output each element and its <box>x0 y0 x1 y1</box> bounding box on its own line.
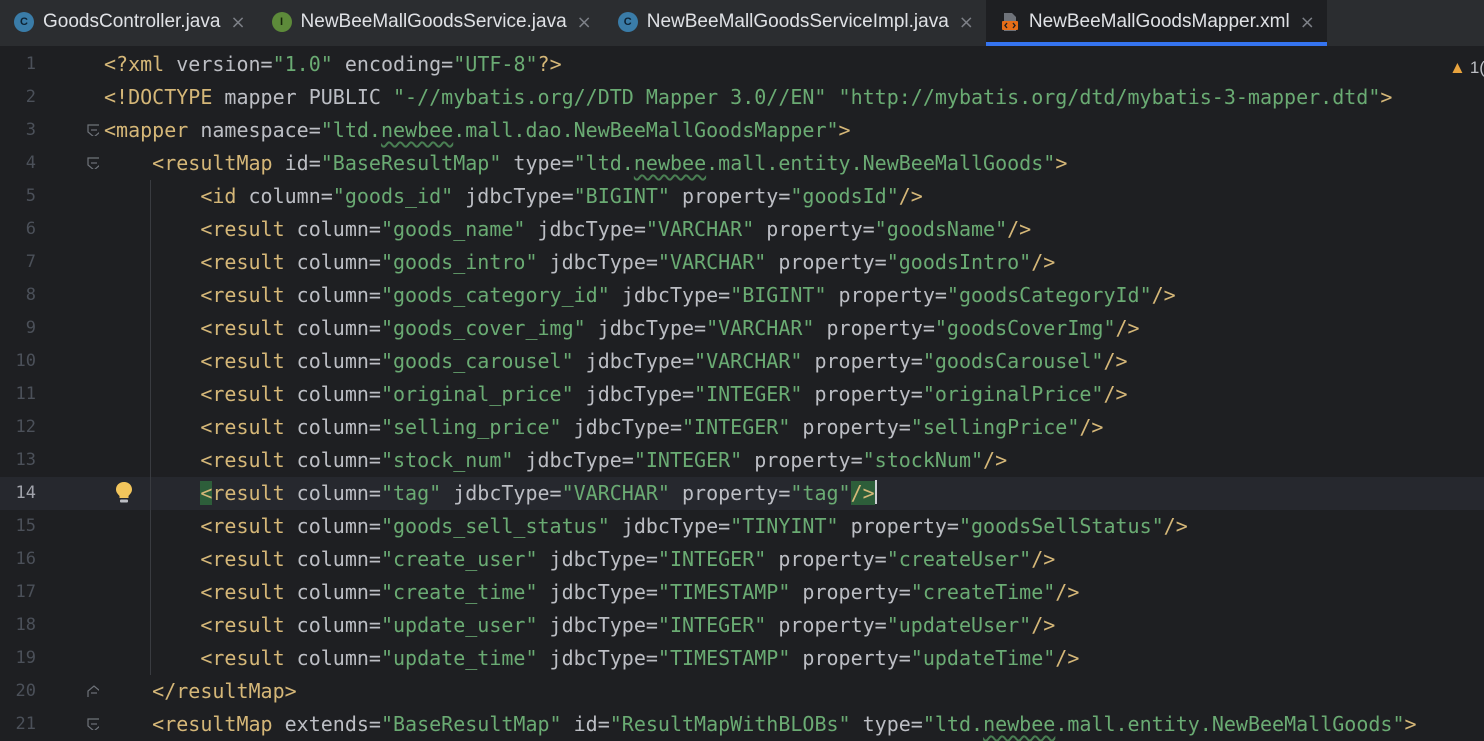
line-number[interactable]: 17 <box>0 576 36 609</box>
code-text: <result column="original_price" jdbcType… <box>200 382 1128 406</box>
line-number[interactable]: 15 <box>0 510 36 543</box>
line-number[interactable]: 6 <box>0 213 36 246</box>
tab-label: NewBeeMallGoodsServiceImpl.java <box>646 11 949 32</box>
line-number[interactable]: 14 <box>0 477 36 510</box>
line-number[interactable]: 7 <box>0 246 36 279</box>
inspection-widget[interactable]: ▲ 1( <box>1449 58 1484 78</box>
code-text: <result column="goods_cover_img" jdbcTyp… <box>200 316 1140 340</box>
close-icon[interactable]: × <box>577 12 592 33</box>
line-number[interactable]: 3 <box>0 114 36 147</box>
line-number[interactable]: 5 <box>0 180 36 213</box>
code-text: <result column="create_time" jdbcType="T… <box>200 580 1080 604</box>
code-line[interactable]: 18 <result column="update_user" jdbcType… <box>0 609 1484 642</box>
code-line[interactable]: 14 <result column="tag" jdbcType="VARCHA… <box>0 477 1484 510</box>
code-text: </resultMap> <box>152 679 297 703</box>
code-line[interactable]: 1 <?xml version="1.0" encoding="UTF-8"?> <box>0 48 1484 81</box>
fold-icon[interactable] <box>87 124 99 136</box>
code-line[interactable]: 7 <result column="goods_intro" jdbcType=… <box>0 246 1484 279</box>
line-number[interactable]: 19 <box>0 642 36 675</box>
code-line[interactable]: 11 <result column="original_price" jdbcT… <box>0 378 1484 411</box>
code-line[interactable]: 2 <!DOCTYPE mapper PUBLIC "-//mybatis.org… <box>0 81 1484 114</box>
close-icon[interactable]: × <box>959 12 974 33</box>
line-number[interactable]: 1 <box>0 48 36 81</box>
code-text: <result column="update_user" jdbcType="I… <box>200 613 1056 637</box>
lightbulb-icon[interactable] <box>114 481 134 505</box>
code-text: <result column="goods_carousel" jdbcType… <box>200 349 1128 373</box>
tab-goods-service[interactable]: I NewBeeMallGoodsService.java × <box>258 0 604 44</box>
code-line[interactable]: 6 <result column="goods_name" jdbcType="… <box>0 213 1484 246</box>
code-editor[interactable]: 1 <?xml version="1.0" encoding="UTF-8"?> 2… <box>0 47 1484 736</box>
tab-label: NewBeeMallGoodsMapper.xml <box>1028 11 1290 32</box>
line-number[interactable]: 21 <box>0 708 36 741</box>
line-number[interactable]: 20 <box>0 675 36 708</box>
code-line[interactable]: 4 <resultMap id="BaseResultMap" type="lt… <box>0 147 1484 180</box>
code-line[interactable]: 3 <mapper namespace="ltd.newbee.mall.dao.… <box>0 114 1484 147</box>
code-text: <result column="update_time" jdbcType="T… <box>200 646 1080 670</box>
xml-file-icon <box>1000 12 1020 32</box>
line-number[interactable]: 8 <box>0 279 36 312</box>
class-icon: C <box>14 12 34 32</box>
code-text: <result column="goods_sell_status" jdbcT… <box>200 514 1188 538</box>
fold-icon[interactable] <box>87 157 99 169</box>
line-number[interactable]: 9 <box>0 312 36 345</box>
indent-guide <box>150 180 151 675</box>
tab-label: NewBeeMallGoodsService.java <box>300 11 567 32</box>
code-text: <result column="goods_intro" jdbcType="V… <box>200 250 1056 274</box>
line-number[interactable]: 13 <box>0 444 36 477</box>
line-number[interactable]: 2 <box>0 81 36 114</box>
fold-icon[interactable] <box>87 718 99 730</box>
code-text: <result column="goods_name" jdbcType="VA… <box>200 217 1032 241</box>
code-text: <!DOCTYPE mapper PUBLIC "-//mybatis.org/… <box>104 85 1393 109</box>
line-number[interactable]: 12 <box>0 411 36 444</box>
code-line[interactable]: 5 <id column="goods_id" jdbcType="BIGINT… <box>0 180 1484 213</box>
code-line[interactable]: 20 </resultMap> <box>0 675 1484 708</box>
code-text: <result column="create_user" jdbcType="I… <box>200 547 1056 571</box>
interface-icon: I <box>271 12 292 32</box>
line-number[interactable]: 10 <box>0 345 36 378</box>
code-line[interactable]: 8 <result column="goods_category_id" jdb… <box>0 279 1484 312</box>
code-line[interactable]: 19 <result column="update_time" jdbcType… <box>0 642 1484 675</box>
warning-icon: ▲ <box>1449 58 1466 77</box>
code-text: <resultMap extends="BaseResultMap" id="R… <box>152 712 1417 736</box>
code-line[interactable]: 16 <result column="create_user" jdbcType… <box>0 543 1484 576</box>
code-text: <mapper namespace="ltd.newbee.mall.dao.N… <box>104 118 851 142</box>
code-text: <result column="selling_price" jdbcType=… <box>200 415 1104 439</box>
tab-goods-mapper-xml[interactable]: NewBeeMallGoodsMapper.xml × <box>985 0 1327 46</box>
line-number[interactable]: 16 <box>0 543 36 576</box>
line-number[interactable]: 18 <box>0 609 36 642</box>
code-text: <id column="goods_id" jdbcType="BIGINT" … <box>200 184 923 208</box>
fold-icon[interactable] <box>87 685 99 697</box>
code-text: <result column="stock_num" jdbcType="INT… <box>200 448 1008 472</box>
close-icon[interactable]: × <box>230 12 245 33</box>
line-number[interactable]: 11 <box>0 378 36 411</box>
class-icon: C <box>617 12 638 32</box>
code-text: <?xml version="1.0" encoding="UTF-8"?> <box>104 52 562 76</box>
code-line[interactable]: 21 <resultMap extends="BaseResultMap" id… <box>0 708 1484 741</box>
code-text: <resultMap id="BaseResultMap" type="ltd.… <box>152 151 1068 175</box>
code-line[interactable]: 15 <result column="goods_sell_status" jd… <box>0 510 1484 543</box>
editor-tab-bar: C GoodsController.java × I NewBeeMallGoo… <box>0 0 1484 47</box>
code-line[interactable]: 10 <result column="goods_carousel" jdbcT… <box>0 345 1484 378</box>
code-line[interactable]: 13 <result column="stock_num" jdbcType="… <box>0 444 1484 477</box>
tab-goods-controller[interactable]: C GoodsController.java × <box>0 0 258 44</box>
code-line[interactable]: 17 <result column="create_time" jdbcType… <box>0 576 1484 609</box>
code-text: <result column="goods_category_id" jdbcT… <box>200 283 1176 307</box>
warning-count: 1( <box>1469 58 1484 77</box>
code-text: <result column="tag" jdbcType="VARCHAR" … <box>200 480 877 505</box>
code-line[interactable]: 9 <result column="goods_cover_img" jdbcT… <box>0 312 1484 345</box>
tab-goods-service-impl[interactable]: C NewBeeMallGoodsServiceImpl.java × <box>604 0 986 44</box>
code-line[interactable]: 12 <result column="selling_price" jdbcTy… <box>0 411 1484 444</box>
tab-label: GoodsController.java <box>43 11 221 32</box>
close-icon[interactable]: × <box>1300 12 1315 33</box>
line-number[interactable]: 4 <box>0 147 36 180</box>
